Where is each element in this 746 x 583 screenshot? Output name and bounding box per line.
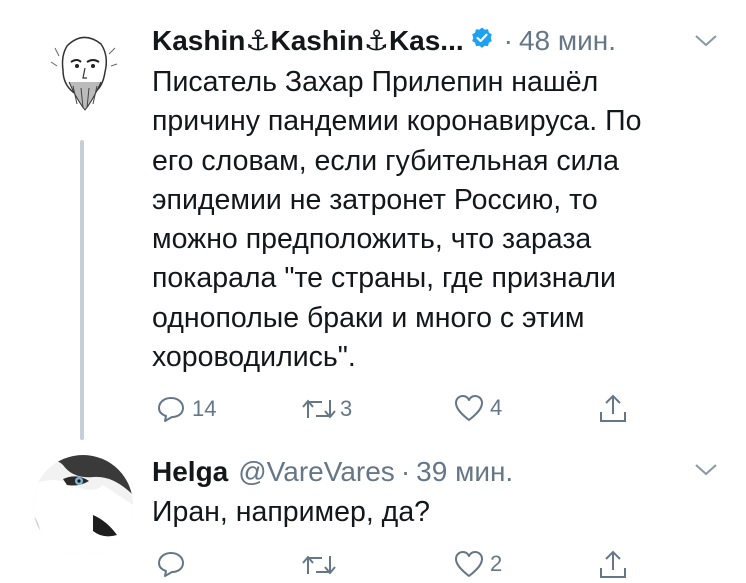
retweet-button[interactable]: 3: [300, 396, 352, 422]
separator-dot: ·: [400, 456, 411, 487]
name-part: Kashin: [152, 25, 246, 56]
text-line: Иран, например, да?: [152, 496, 431, 528]
like-icon: [455, 395, 483, 421]
text-line: причину пандемии коронавируса. По: [152, 105, 642, 138]
like-icon: [455, 551, 483, 577]
text-line: Писатель Захар Прилепин нашёл: [152, 66, 599, 98]
share-icon: [600, 394, 626, 422]
verified-badge-icon: [470, 24, 494, 58]
retweet-count: 3: [340, 396, 353, 421]
avatar[interactable]: [47, 26, 119, 118]
display-name[interactable]: Kashin⚓Kashin⚓Kas...: [152, 24, 464, 58]
text-line: покарала "те страны, где признали: [152, 262, 616, 295]
retweet-icon: [302, 399, 336, 419]
thread-line: [80, 140, 84, 440]
share-button[interactable]: [598, 548, 628, 580]
avatar-husky-image: [33, 455, 133, 555]
share-icon: [600, 550, 626, 578]
share-button[interactable]: [598, 392, 628, 424]
retweet-button[interactable]: [300, 552, 344, 578]
reply-button[interactable]: 14: [156, 394, 216, 424]
retweet-icon: [302, 555, 336, 575]
avatar-sketch-image: [47, 26, 119, 118]
reply-icon: [158, 397, 184, 422]
avatar[interactable]: [33, 455, 133, 555]
anchor-icon: ⚓: [245, 25, 271, 56]
text-line: однополые браки и много с этим: [152, 301, 585, 334]
reply-count: 14: [192, 396, 217, 421]
text-line: его словам, если губительная сила: [152, 144, 620, 177]
handle[interactable]: @VareVares: [238, 455, 395, 489]
chevron-down-icon[interactable]: [694, 34, 718, 53]
chevron-down-icon[interactable]: [694, 463, 718, 482]
tweet-text: Иран, например, да?: [152, 493, 712, 532]
like-button[interactable]: 2: [454, 550, 502, 578]
tweet-time[interactable]: 48 мин.: [519, 24, 616, 58]
text-line: можно предположить, что зараза: [152, 223, 592, 256]
tweet-header: Kashin⚓Kashin⚓Kas... · 48 мин.: [152, 24, 616, 58]
name-part: Kas...: [388, 25, 464, 56]
text-line: эпидемии не затронет Россию, то: [152, 183, 598, 216]
like-button[interactable]: 4: [454, 394, 502, 422]
separator-dot: ·: [503, 25, 513, 56]
tweet-header: Helga @VareVares · 39 мин.: [152, 455, 513, 489]
name-part: Kashin: [270, 25, 364, 56]
text-line: хороводились".: [152, 341, 356, 374]
reply-button[interactable]: [156, 549, 192, 579]
display-name[interactable]: Helga: [152, 455, 228, 489]
reply-icon: [158, 552, 184, 577]
like-count: 4: [490, 395, 503, 420]
like-count: 2: [490, 551, 503, 576]
tweet-text: Писатель Захар Прилепин нашёл причину па…: [152, 63, 712, 377]
tweet-time[interactable]: 39 мин.: [416, 455, 513, 489]
anchor-icon: ⚓: [363, 25, 389, 56]
